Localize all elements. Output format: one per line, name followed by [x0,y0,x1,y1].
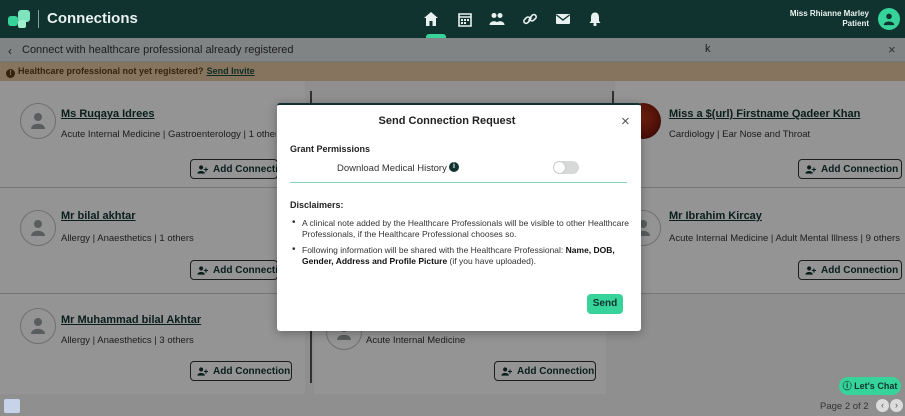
user-icon [883,13,895,26]
disclaimer-suffix: (if you have uploaded). [447,255,537,266]
prev-page-button[interactable]: ‹ [876,399,889,412]
modal-divider [290,182,627,183]
user-name: Miss Rhianne Marley [789,9,869,18]
logo-divider [38,10,39,28]
modal-title: Send Connection Request [378,115,516,127]
grant-permissions-heading: Grant Permissions [290,144,371,154]
pagination-info: Page 2 of 2 [820,401,869,412]
download-history-label: Download Medical History [337,163,447,174]
disclaimers-heading: Disclaimers: [290,200,344,210]
disclaimer-item: Following information will be shared wit… [290,245,630,266]
top-bar: Connections Miss Rhianne Marley Patient [0,0,905,38]
people-icon[interactable] [486,8,508,30]
calendar-icon[interactable] [454,8,476,30]
link-icon[interactable] [519,8,541,30]
disclaimer-item: A clinical note added by the Healthcare … [290,218,630,239]
toggle-knob [554,162,565,173]
mail-icon[interactable] [552,8,574,30]
user-info[interactable]: Miss Rhianne Marley Patient [790,9,869,29]
app-logo-icon [8,10,30,28]
image-icon [4,399,20,413]
user-role: Patient [842,19,869,28]
lets-chat-label: Let's Chat [854,381,898,391]
info-icon[interactable]: i [449,162,459,172]
help-icon: ⓘ [842,381,855,391]
lets-chat-button[interactable]: ⓘ Let's Chat [839,377,901,395]
bell-icon[interactable] [584,8,606,30]
page-title: Connections [47,10,138,27]
download-history-toggle[interactable] [553,161,579,174]
next-page-button[interactable]: › [890,399,903,412]
close-icon[interactable]: × [621,113,630,130]
home-icon[interactable] [420,8,442,30]
user-avatar[interactable] [878,8,900,30]
disclaimer-prefix: Following information will be shared wit… [302,245,566,255]
disclaimers-list: A clinical note added by the Healthcare … [290,218,630,272]
send-button[interactable]: Send [587,294,623,314]
connection-request-modal: Send Connection Request × Grant Permissi… [277,103,641,331]
